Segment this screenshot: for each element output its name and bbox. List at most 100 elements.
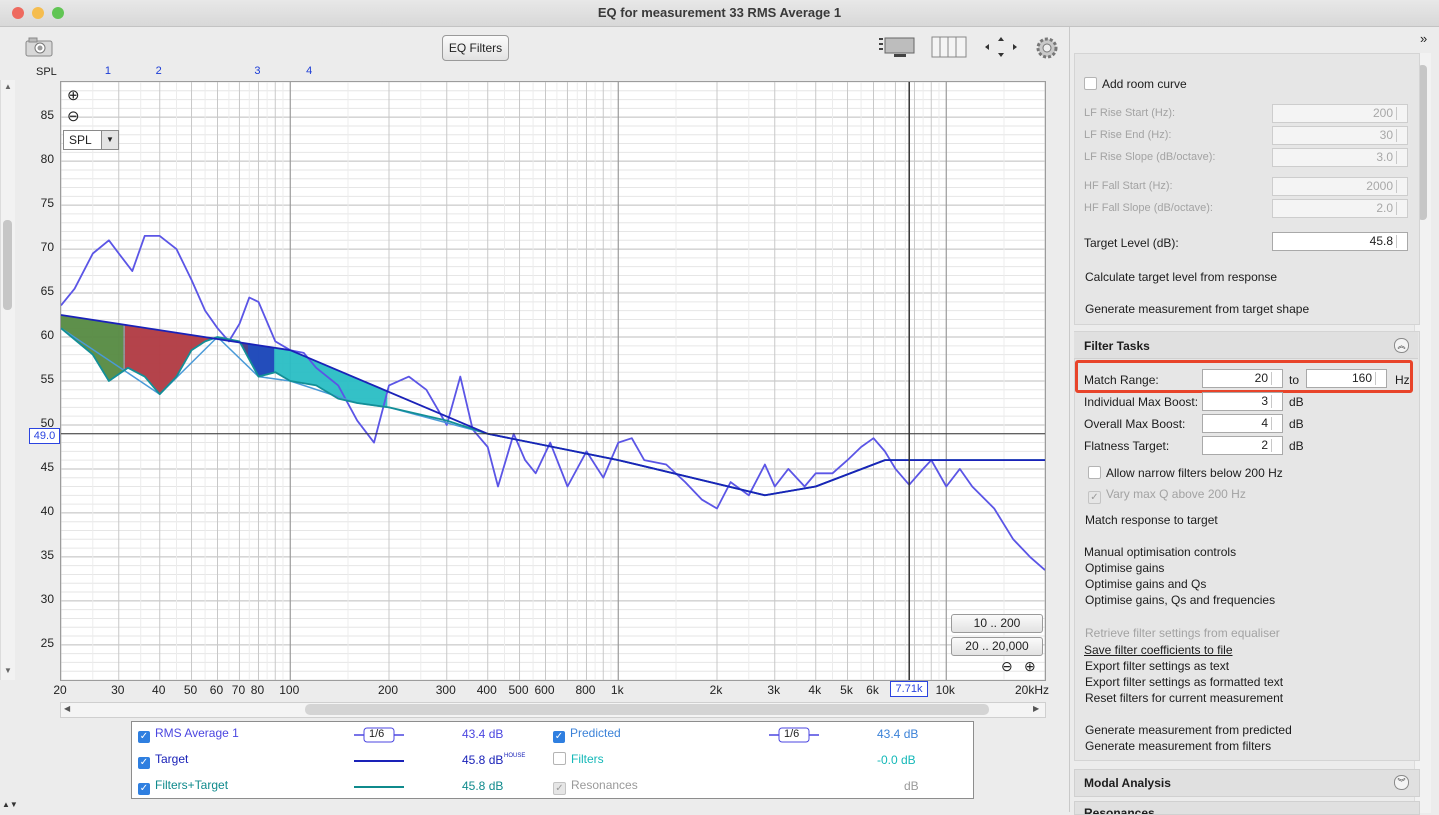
camera-icon[interactable] bbox=[24, 36, 54, 58]
gen-predicted-link[interactable]: Generate measurement from predicted bbox=[1085, 723, 1292, 737]
horizontal-scroll-thumb[interactable] bbox=[305, 704, 989, 715]
filter-marker-label[interactable]: 1 bbox=[105, 65, 111, 77]
legend-row-filters-target[interactable]: ✓ Filters+Target bbox=[138, 778, 228, 796]
zoom-10-200-button[interactable]: 10 .. 200 bbox=[951, 614, 1043, 633]
allow-narrow-row[interactable]: Allow narrow filters below 200 Hz bbox=[1088, 466, 1283, 480]
resonances-header[interactable]: Resonances bbox=[1074, 801, 1420, 815]
opt-gains-link[interactable]: Optimise gains bbox=[1085, 561, 1164, 575]
add-room-curve-checkbox[interactable] bbox=[1084, 77, 1097, 90]
graph-layout-icon[interactable] bbox=[878, 35, 916, 59]
rms-value: 43.4 dB bbox=[462, 727, 504, 741]
y-tick-label: 75 bbox=[40, 196, 54, 211]
add-room-curve-row[interactable]: Add room curve bbox=[1084, 77, 1187, 91]
vertical-scroll-thumb[interactable] bbox=[3, 220, 12, 310]
filter-marker-label[interactable]: 2 bbox=[156, 65, 162, 77]
zoom-in-x-icon[interactable]: ⊕ bbox=[1024, 658, 1036, 675]
lf-rise-end-label: LF Rise End (Hz): bbox=[1084, 129, 1172, 141]
lf-rise-start-input[interactable]: 200 bbox=[1272, 104, 1408, 123]
rms-checkbox[interactable]: ✓ bbox=[138, 731, 150, 743]
y-tick-label: 45 bbox=[40, 459, 54, 474]
scroll-up-icon[interactable]: ▲ bbox=[4, 82, 12, 91]
flatness-target-input[interactable]: 2 bbox=[1202, 436, 1283, 455]
match-response-link[interactable]: Match response to target bbox=[1085, 513, 1218, 527]
x-tick-label: 400 bbox=[476, 683, 497, 697]
collapse-arrows-icon[interactable]: ▲▼ bbox=[2, 800, 18, 809]
columns-icon[interactable] bbox=[930, 35, 968, 59]
filters-checkbox[interactable] bbox=[553, 752, 566, 765]
zoom-20-20000-button[interactable]: 20 .. 20,000 bbox=[951, 637, 1043, 656]
y-tick-label: 80 bbox=[40, 152, 54, 167]
gen-from-target-link[interactable]: Generate measurement from target shape bbox=[1085, 302, 1309, 316]
retrieve-settings-link: Retrieve filter settings from equaliser bbox=[1085, 626, 1280, 640]
gear-icon[interactable] bbox=[1034, 35, 1060, 61]
scroll-right-icon[interactable]: ▶ bbox=[1033, 704, 1039, 713]
hf-fall-slope-input[interactable]: 2.0 bbox=[1272, 199, 1408, 218]
legend-row-rms[interactable]: ✓ RMS Average 1 bbox=[138, 726, 239, 744]
match-range-from-input[interactable]: 20 bbox=[1202, 369, 1283, 388]
match-range-to-input[interactable]: 160 bbox=[1306, 369, 1387, 388]
scroll-left-icon[interactable]: ◀ bbox=[64, 704, 70, 713]
opt-gains-qs-freqs-link[interactable]: Optimise gains, Qs and frequencies bbox=[1085, 593, 1275, 607]
collapse-panel-icon[interactable]: » bbox=[1420, 31, 1427, 46]
legend-row-target[interactable]: ✓ Target bbox=[138, 752, 188, 770]
target-checkbox[interactable]: ✓ bbox=[138, 757, 150, 769]
title-bar: EQ for measurement 33 RMS Average 1 bbox=[0, 0, 1439, 27]
chevron-down-double-icon[interactable]: ︾ bbox=[1394, 775, 1409, 790]
filters-label: Filters bbox=[571, 752, 604, 766]
legend-row-filters[interactable]: Filters bbox=[553, 752, 604, 770]
x-tick-label: 200 bbox=[377, 683, 399, 697]
legend-row-predicted[interactable]: ✓ Predicted bbox=[553, 726, 621, 744]
vary-max-q-label: Vary max Q above 200 Hz bbox=[1106, 487, 1246, 501]
flatness-target-label: Flatness Target: bbox=[1084, 439, 1170, 453]
chevron-up-icon[interactable]: ︽ bbox=[1394, 338, 1409, 353]
predicted-smoothing-control[interactable]: 1/6 bbox=[769, 727, 819, 743]
filter-tasks-title: Filter Tasks bbox=[1084, 339, 1150, 353]
export-text-link[interactable]: Export filter settings as text bbox=[1085, 659, 1229, 673]
x-tick-label: 30 bbox=[111, 683, 125, 697]
gen-filters-link[interactable]: Generate measurement from filters bbox=[1085, 739, 1271, 753]
filters-target-line-sample bbox=[354, 786, 404, 788]
filter-marker-label[interactable]: 3 bbox=[254, 65, 260, 77]
frequency-response-plot[interactable]: ⊕ ⊖ SPL ▼ 10 .. 200 20 .. 20,000 ⊖ ⊕ bbox=[60, 81, 1046, 681]
spl-select[interactable]: SPL ▼ bbox=[63, 130, 119, 150]
save-coefficients-link[interactable]: Save filter coefficients to file bbox=[1084, 643, 1233, 657]
predicted-smoothing-value: 1/6 bbox=[784, 728, 800, 740]
x-tick-label: 5k bbox=[840, 683, 853, 697]
fit-arrows-icon[interactable] bbox=[982, 35, 1020, 59]
resonances-checkbox: ✓ bbox=[553, 782, 566, 795]
predicted-value: 43.4 dB bbox=[877, 727, 919, 741]
zoom-in-icon[interactable]: ⊕ bbox=[67, 86, 80, 104]
horizontal-scrollbar[interactable]: ◀ ▶ bbox=[60, 702, 1046, 718]
manual-opt-link[interactable]: Manual optimisation controls bbox=[1084, 545, 1236, 559]
predicted-checkbox[interactable]: ✓ bbox=[553, 731, 565, 743]
x-tick-label: 300 bbox=[435, 683, 456, 697]
filters-target-checkbox[interactable]: ✓ bbox=[138, 783, 150, 795]
rms-smoothing-value: 1/6 bbox=[369, 728, 385, 740]
target-line bbox=[61, 314, 1045, 497]
zoom-out-icon[interactable]: ⊖ bbox=[67, 107, 80, 125]
indiv-max-boost-input[interactable]: 3 bbox=[1202, 392, 1283, 411]
filter-marker-label[interactable]: 4 bbox=[306, 65, 312, 77]
hf-fall-start-input[interactable]: 2000 bbox=[1272, 177, 1408, 196]
x-tick-label: 4k bbox=[808, 683, 822, 697]
calc-target-level-link[interactable]: Calculate target level from response bbox=[1085, 270, 1277, 284]
rms-smoothing-control[interactable]: 1/6 bbox=[354, 727, 404, 743]
y-axis-title: SPL bbox=[36, 66, 57, 78]
predicted-label: Predicted bbox=[570, 726, 621, 740]
lf-rise-slope-input[interactable]: 3.0 bbox=[1272, 148, 1408, 167]
match-range-unit: Hz bbox=[1395, 373, 1410, 387]
add-room-curve-label: Add room curve bbox=[1102, 77, 1187, 91]
vertical-scrollbar[interactable]: ▲ ▼ bbox=[0, 80, 15, 680]
allow-narrow-checkbox[interactable] bbox=[1088, 466, 1101, 479]
overall-max-boost-input[interactable]: 4 bbox=[1202, 414, 1283, 433]
rms-average-line bbox=[61, 235, 1045, 571]
zoom-out-x-icon[interactable]: ⊖ bbox=[1001, 658, 1013, 675]
export-formatted-link[interactable]: Export filter settings as formatted text bbox=[1085, 675, 1283, 689]
reset-filters-link[interactable]: Reset filters for current measurement bbox=[1085, 691, 1283, 705]
plot-canvas[interactable] bbox=[61, 82, 1045, 680]
target-level-input[interactable]: 45.8 bbox=[1272, 232, 1408, 251]
lf-rise-end-input[interactable]: 30 bbox=[1272, 126, 1408, 145]
opt-gains-qs-link[interactable]: Optimise gains and Qs bbox=[1085, 577, 1206, 591]
eq-filters-button[interactable]: EQ Filters bbox=[442, 35, 509, 61]
scroll-down-icon[interactable]: ▼ bbox=[4, 666, 12, 675]
